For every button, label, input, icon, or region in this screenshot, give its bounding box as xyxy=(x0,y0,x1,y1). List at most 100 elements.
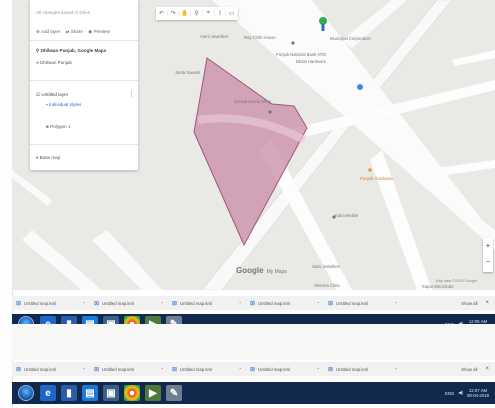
google-logo-text: Google xyxy=(236,266,264,275)
google-logo: Google My Maps xyxy=(236,266,287,275)
marker-tool-icon[interactable]: ⚲ xyxy=(191,10,203,17)
show-all-link[interactable]: Show all xyxy=(461,301,477,306)
chevron-up-icon[interactable]: ⌃ xyxy=(395,301,398,306)
explorer-icon[interactable]: ▮ xyxy=(61,385,77,401)
add-layer-button[interactable]: Add layer xyxy=(41,29,60,34)
ie-icon[interactable]: e xyxy=(40,385,56,401)
layer2-row[interactable]: ☑ Untitled layer xyxy=(36,92,68,98)
close-icon[interactable]: × xyxy=(485,300,489,306)
drawn-polygon[interactable] xyxy=(193,57,308,247)
zoom-control: + − xyxy=(483,238,493,272)
download-item[interactable]: ⊠ Untitled map.kml ⌃ xyxy=(94,300,168,307)
map-label: Janta Sweets xyxy=(175,70,201,75)
download-item-label: Untitled map.kml xyxy=(258,300,291,306)
file-icon: ⊠ xyxy=(328,300,334,307)
save-status: All changes saved in Drive xyxy=(36,10,91,15)
download-item-label: Untitled map.kml xyxy=(180,366,213,372)
download-item-label: Untitled map.kml xyxy=(258,366,291,372)
layer2-style-link[interactable]: ▪ Individual styles xyxy=(46,102,81,107)
layer2-title: Untitled layer xyxy=(41,92,69,97)
map-label: Roy Cloth House xyxy=(244,35,276,40)
chevron-up-icon[interactable]: ⌃ xyxy=(83,301,86,306)
layer2-item: Polygon 1 xyxy=(50,124,71,129)
blue-poi-marker[interactable] xyxy=(357,84,363,90)
line-tool-icon[interactable]: ⌖ xyxy=(203,10,215,17)
google-logo-sub: My Maps xyxy=(266,269,287,275)
layer-options-icon[interactable]: ⋮ xyxy=(128,90,135,98)
chevron-up-icon[interactable]: ⌃ xyxy=(317,301,320,306)
clock-date: 08-04-2018 xyxy=(467,393,489,398)
word-icon[interactable]: ▤ xyxy=(82,385,98,401)
orange-poi-marker[interactable] xyxy=(368,168,372,172)
file-icon: ⊠ xyxy=(172,300,178,307)
directions-icon[interactable]: ⌇ xyxy=(215,10,227,17)
file-icon: ⊠ xyxy=(16,366,22,373)
download-item-label: Untitled map.kml xyxy=(102,300,135,306)
zoom-in-button[interactable]: + xyxy=(483,238,493,254)
chevron-up-icon[interactable]: ⌃ xyxy=(317,367,320,372)
layer1-item[interactable]: ● Dhilwan Punjab xyxy=(36,60,72,65)
download-item[interactable]: ⊠ Untitled map.kml ⌃ xyxy=(250,366,324,373)
file-icon: ⊠ xyxy=(250,300,256,307)
file-icon: ⊠ xyxy=(16,300,22,307)
download-item[interactable]: ⊠ Untitled map.kml ⌃ xyxy=(94,366,168,373)
download-item[interactable]: ⊠ Untitled map.kml ⌃ xyxy=(250,300,324,307)
show-all-link[interactable]: Show all xyxy=(461,367,477,372)
divider xyxy=(30,144,138,145)
chevron-up-icon[interactable]: ⌃ xyxy=(239,301,242,306)
app-icon[interactable]: ▣ xyxy=(103,385,119,401)
close-icon[interactable]: × xyxy=(485,366,489,372)
chevron-up-icon[interactable]: ⌃ xyxy=(83,367,86,372)
download-item-label: Untitled map.kml xyxy=(24,366,57,372)
download-item[interactable]: ⊠ Untitled map.kml ⌃ xyxy=(328,300,402,307)
map-label: Kapur Electricals xyxy=(422,284,454,289)
download-item[interactable]: ⊠ Untitled map.kml ⌃ xyxy=(16,366,90,373)
share-button[interactable]: Share xyxy=(71,29,83,34)
media-icon[interactable]: ▶ xyxy=(145,385,161,401)
poi-marker[interactable] xyxy=(291,41,295,45)
tray-language[interactable]: ENG xyxy=(445,391,454,396)
download-item[interactable]: ⊠ Untitled map.kml ⌃ xyxy=(172,366,246,373)
map-label: Amrit Jewellers xyxy=(200,34,229,39)
download-item[interactable]: ⊠ Untitled map.kml ⌃ xyxy=(172,300,246,307)
undo-icon[interactable]: ↶ xyxy=(156,10,168,17)
download-bar-2: ⊠ Untitled map.kml ⌃ ⊠ Untitled map.kml ⌃ ⊠ U… xyxy=(12,362,495,376)
redo-icon[interactable]: ↷ xyxy=(168,10,180,17)
taskbar-2: e ▮ ▤ ▣ ▶ ✎ ENG ◀) 12:07 AM 08-04-2018 xyxy=(12,382,495,404)
ruler-icon[interactable]: ▭ xyxy=(226,10,239,17)
clock[interactable]: 12:07 AM 08-04-2018 xyxy=(467,388,489,398)
download-item-label: Untitled map.kml xyxy=(336,366,369,372)
download-item[interactable]: ⊠ Untitled map.kml ⌃ xyxy=(16,300,90,307)
map-label: Bhatti Hardware xyxy=(296,59,327,64)
system-tray: ENG ◀) 12:07 AM 08-04-2018 xyxy=(445,388,489,398)
volume-icon[interactable]: ◀) xyxy=(458,390,463,396)
panel-actions: ⊕ Add layer ⇄ Share ◉ Preview xyxy=(36,29,110,35)
chevron-up-icon[interactable]: ⌃ xyxy=(239,367,242,372)
file-icon: ⊠ xyxy=(328,366,334,373)
file-icon: ⊠ xyxy=(250,366,256,373)
paint-icon[interactable]: ✎ xyxy=(166,385,182,401)
preview-button[interactable]: Preview xyxy=(94,29,110,34)
layer1-row[interactable]: ⚲ Dhilwan Punjab, Google Maps xyxy=(36,48,106,54)
download-item[interactable]: ⊠ Untitled map.kml ⌃ xyxy=(328,366,402,373)
map-label: Punjab Gurdwara xyxy=(360,176,393,181)
file-icon: ⊠ xyxy=(172,366,178,373)
download-bar-1: ⊠ Untitled map.kml ⌃ ⊠ Untitled map.kml ⌃ ⊠ U… xyxy=(12,296,495,310)
chevron-up-icon[interactable]: ⌃ xyxy=(161,367,164,372)
chrome-icon[interactable] xyxy=(124,385,140,401)
start-button[interactable] xyxy=(18,385,34,401)
download-item-label: Untitled map.kml xyxy=(102,366,135,372)
download-item-label: Untitled map.kml xyxy=(336,300,369,306)
map-label: Saini Jewellers xyxy=(312,264,340,269)
base-map-label: Base map xyxy=(39,155,61,160)
layer2-feature[interactable]: ■ Polygon 1 xyxy=(46,124,71,129)
base-map-row[interactable]: ▾ Base map xyxy=(36,155,60,161)
divider xyxy=(30,40,138,41)
chevron-up-icon[interactable]: ⌃ xyxy=(161,301,164,306)
zoom-out-button[interactable]: − xyxy=(483,254,493,270)
hand-tool-icon[interactable]: ✋ xyxy=(179,10,192,17)
layer2-style: Individual styles xyxy=(48,102,82,107)
chevron-up-icon[interactable]: ⌃ xyxy=(395,367,398,372)
map-label: Kalra Mobile xyxy=(335,213,359,218)
poi-marker[interactable] xyxy=(268,110,272,114)
